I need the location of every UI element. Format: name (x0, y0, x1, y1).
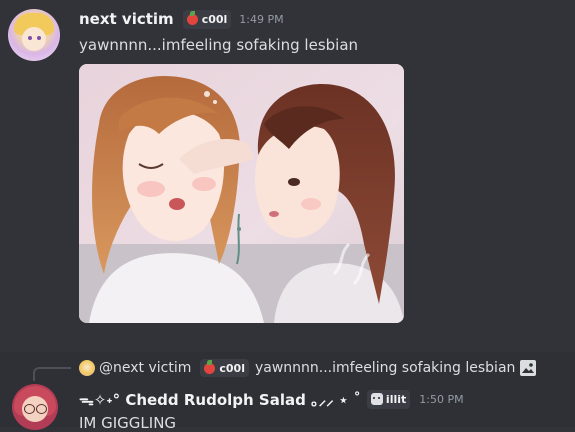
apple-icon (204, 359, 216, 374)
anime-illustration (79, 64, 404, 323)
username[interactable]: next victim (79, 10, 174, 28)
avatar[interactable] (8, 9, 60, 61)
server-tag[interactable]: illit (366, 389, 411, 409)
reply-server-tag[interactable]: c00l (200, 359, 249, 377)
message-1: next victim c00l 1:49 PM yawnnnn...imfee… (0, 0, 575, 352)
reply-preview[interactable]: @next victim c00l yawnnnn...imfeeling so… (79, 357, 537, 379)
timestamp[interactable]: 1:50 PM (419, 393, 463, 406)
avatar-eye (28, 36, 32, 40)
avatar[interactable] (12, 384, 58, 430)
avatar-glasses (24, 404, 35, 414)
timestamp[interactable]: 1:49 PM (239, 13, 283, 26)
server-tag[interactable]: c00l (182, 9, 232, 29)
server-tag-label: c00l (201, 12, 228, 26)
reply-username[interactable]: @next victim (99, 360, 191, 376)
apple-icon (186, 10, 198, 25)
message-text: IM GIGGLING (79, 414, 177, 432)
message-header: next victim c00l 1:49 PM (79, 8, 284, 30)
avatar-eye (37, 36, 41, 40)
image-attachment[interactable] (79, 64, 404, 323)
message-text: yawnnnn...imfeeling sofaking lesbian (79, 36, 359, 54)
reply-connector (33, 367, 71, 381)
username[interactable]: ᯓ✧˖° Chedd Rudolph Salad ｡⸝⸝ ⋆ ˚ (79, 389, 361, 410)
message-header: ᯓ✧˖° Chedd Rudolph Salad ｡⸝⸝ ⋆ ˚ illit 1… (79, 388, 464, 410)
image-icon (519, 359, 537, 377)
cat-icon (370, 393, 383, 405)
reply-server-tag-label: c00l (219, 361, 245, 375)
reply-avatar (79, 360, 95, 376)
avatar-face (22, 27, 46, 51)
reply-text[interactable]: yawnnnn...imfeeling sofaking lesbian (255, 360, 515, 376)
avatar-glasses (36, 404, 47, 414)
server-tag-label: illit (385, 392, 407, 406)
